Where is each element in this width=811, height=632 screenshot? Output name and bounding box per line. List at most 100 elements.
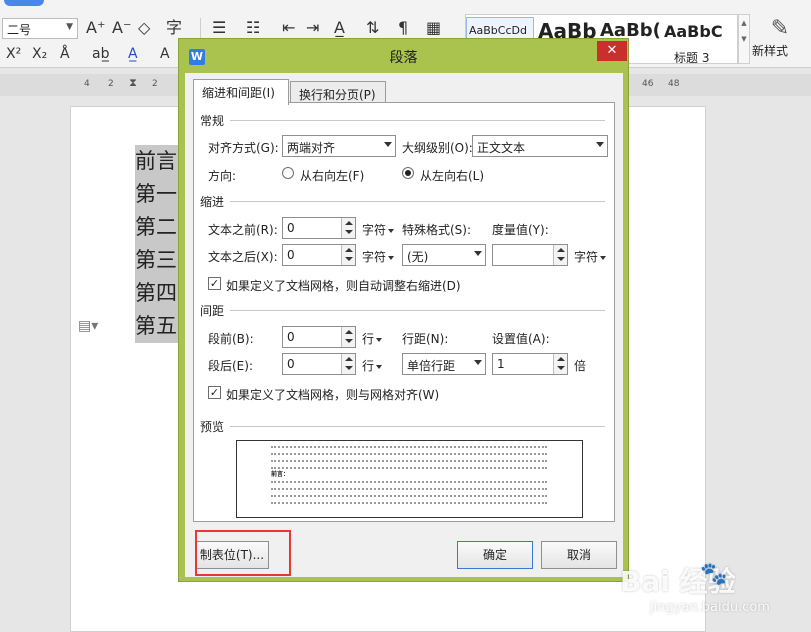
ruler-tick: 4 bbox=[84, 79, 90, 89]
indent-after-unit-select[interactable]: 字符 bbox=[362, 248, 395, 265]
preview-line bbox=[271, 502, 547, 504]
spin-down-icon[interactable] bbox=[345, 366, 353, 370]
snap-grid-checkbox[interactable]: ✓ bbox=[208, 386, 221, 399]
grow-font-icon[interactable]: A⁺ bbox=[86, 18, 105, 38]
new-style-button[interactable]: ✎ 新样式 bbox=[752, 16, 808, 64]
spin-down-icon[interactable] bbox=[345, 257, 353, 261]
decrease-indent-icon[interactable]: ⇤ bbox=[282, 18, 295, 38]
highlight-icon[interactable]: ab̲ bbox=[92, 44, 109, 64]
dialog-title: 段落 bbox=[389, 50, 418, 66]
ok-button[interactable]: 确定 bbox=[457, 541, 533, 569]
indent-before-input[interactable]: 0 bbox=[282, 217, 356, 239]
sort-icon[interactable]: ⇅ bbox=[366, 18, 379, 38]
outline-level-label: 大纲级别(O): bbox=[402, 141, 473, 155]
shrink-font-icon[interactable]: A⁻ bbox=[112, 18, 131, 38]
clear-format-icon[interactable]: ◇ bbox=[138, 18, 150, 38]
spin-up-icon[interactable] bbox=[557, 357, 565, 361]
paragraph-preview: 前言： bbox=[236, 440, 583, 518]
special-format-select[interactable]: (无) bbox=[402, 244, 486, 266]
tab-indents-spacing[interactable]: 缩进和间距(I) bbox=[193, 79, 289, 105]
file-menu-tab[interactable] bbox=[4, 0, 44, 6]
bullet-list-icon[interactable]: ☰ bbox=[212, 18, 226, 38]
subscript-icon[interactable]: X₂ bbox=[32, 44, 47, 64]
measure-input[interactable] bbox=[492, 244, 568, 266]
document-line[interactable]: 第一 bbox=[135, 178, 183, 211]
document-line[interactable]: 前言 bbox=[135, 145, 183, 178]
spin-buttons[interactable] bbox=[341, 354, 355, 374]
gallery-scroll-buttons[interactable]: ▲ ▼ bbox=[738, 14, 750, 64]
spin-down-icon[interactable] bbox=[557, 366, 565, 370]
new-style-label: 新样式 bbox=[752, 44, 789, 58]
cancel-button[interactable]: 取消 bbox=[541, 541, 617, 569]
alignment-select[interactable]: 两端对齐 bbox=[282, 135, 396, 157]
dialog-body: 缩进和间距(I) 换行和分页(P) 常规 对齐方式(G): 两端对齐 大纲级别(… bbox=[185, 73, 623, 577]
setting-value-input[interactable]: 1 bbox=[492, 353, 568, 375]
close-button[interactable]: ✕ bbox=[597, 41, 627, 61]
space-before-unit-select[interactable]: 行 bbox=[362, 330, 383, 347]
dialog-titlebar[interactable]: W 段落 ✕ bbox=[179, 39, 628, 73]
spin-buttons[interactable] bbox=[341, 327, 355, 347]
document-line[interactable]: 第三 bbox=[135, 244, 183, 277]
space-before-label: 段前(B): bbox=[208, 332, 254, 346]
chevron-down-icon bbox=[600, 255, 607, 260]
alignment-label: 对齐方式(G): bbox=[208, 141, 279, 155]
text-effects-icon[interactable]: Å bbox=[60, 44, 70, 64]
borders-icon[interactable]: ▦ bbox=[426, 18, 441, 38]
snap-grid-label[interactable]: 如果定义了文档网格，则与网格对齐(W) bbox=[226, 386, 439, 403]
spin-buttons[interactable] bbox=[341, 218, 355, 238]
section-divider bbox=[230, 310, 605, 311]
rtl-label[interactable]: 从右向左(F) bbox=[300, 167, 364, 184]
spin-buttons[interactable] bbox=[553, 354, 567, 374]
ribbon-divider bbox=[200, 18, 201, 38]
document-line[interactable]: 第五 bbox=[135, 310, 183, 343]
font-size-select[interactable]: 二号 ▼ bbox=[2, 18, 78, 39]
spin-buttons[interactable] bbox=[553, 245, 567, 265]
font-color-icon[interactable]: A̲ bbox=[128, 44, 138, 64]
spin-buttons[interactable] bbox=[341, 245, 355, 265]
phonetic-guide-icon[interactable]: 字 bbox=[166, 18, 182, 38]
ruler-tick: 2 bbox=[108, 79, 114, 89]
spin-up-icon[interactable] bbox=[345, 357, 353, 361]
document-body: 前言 第一 第二 第三 第四 第五 bbox=[135, 145, 183, 343]
indent-before-unit-select[interactable]: 字符 bbox=[362, 221, 395, 238]
paragraph-handle-icon[interactable]: ▤▾ bbox=[78, 318, 98, 334]
setting-value: 1 bbox=[497, 357, 505, 371]
space-after-input[interactable]: 0 bbox=[282, 353, 356, 375]
superscript-icon[interactable]: X² bbox=[6, 44, 21, 64]
measure-unit-select[interactable]: 字符 bbox=[574, 248, 607, 265]
line-spacing-select[interactable]: 单倍行距 bbox=[402, 353, 486, 375]
ltr-label[interactable]: 从左向右(L) bbox=[420, 167, 484, 184]
section-divider bbox=[230, 120, 605, 121]
document-line[interactable]: 第四 bbox=[135, 277, 183, 310]
spin-up-icon[interactable] bbox=[345, 221, 353, 225]
outline-level-select[interactable]: 正文文本 bbox=[472, 135, 608, 157]
chinese-layout-icon[interactable]: A̲ bbox=[334, 18, 345, 38]
space-after-unit-select[interactable]: 行 bbox=[362, 357, 383, 374]
auto-adjust-checkbox[interactable]: ✓ bbox=[208, 277, 221, 290]
number-list-icon[interactable]: ☷ bbox=[246, 18, 260, 38]
style-item-heading-3[interactable]: AaBbC 标题 3 bbox=[662, 17, 737, 63]
spin-up-icon[interactable] bbox=[345, 330, 353, 334]
paw-icon: 🐾 bbox=[700, 562, 728, 587]
indent-after-input[interactable]: 0 bbox=[282, 244, 356, 266]
rtl-radio[interactable] bbox=[282, 167, 294, 179]
indent-marker-icon[interactable]: ⧗ bbox=[127, 76, 139, 94]
spin-up-icon[interactable] bbox=[345, 248, 353, 252]
ltr-radio[interactable] bbox=[402, 167, 414, 179]
spin-down-icon[interactable] bbox=[557, 257, 565, 261]
preview-line bbox=[271, 446, 547, 448]
chevron-down-icon bbox=[376, 364, 383, 369]
spin-up-icon[interactable] bbox=[557, 248, 565, 252]
spin-down-icon[interactable] bbox=[345, 339, 353, 343]
unit-label: 字符 bbox=[362, 250, 387, 264]
document-line[interactable]: 第二 bbox=[135, 211, 183, 244]
show-marks-icon[interactable]: ¶ bbox=[398, 18, 408, 38]
space-before-input[interactable]: 0 bbox=[282, 326, 356, 348]
chevron-down-icon bbox=[384, 142, 392, 147]
auto-adjust-label[interactable]: 如果定义了文档网格，则自动调整右缩进(D) bbox=[226, 277, 461, 294]
char-shading-icon[interactable]: A bbox=[160, 44, 170, 64]
line-spacing-label: 行距(N): bbox=[402, 332, 449, 346]
increase-indent-icon[interactable]: ⇥ bbox=[306, 18, 319, 38]
tab-line-page-breaks[interactable]: 换行和分页(P) bbox=[290, 81, 386, 103]
spin-down-icon[interactable] bbox=[345, 230, 353, 234]
